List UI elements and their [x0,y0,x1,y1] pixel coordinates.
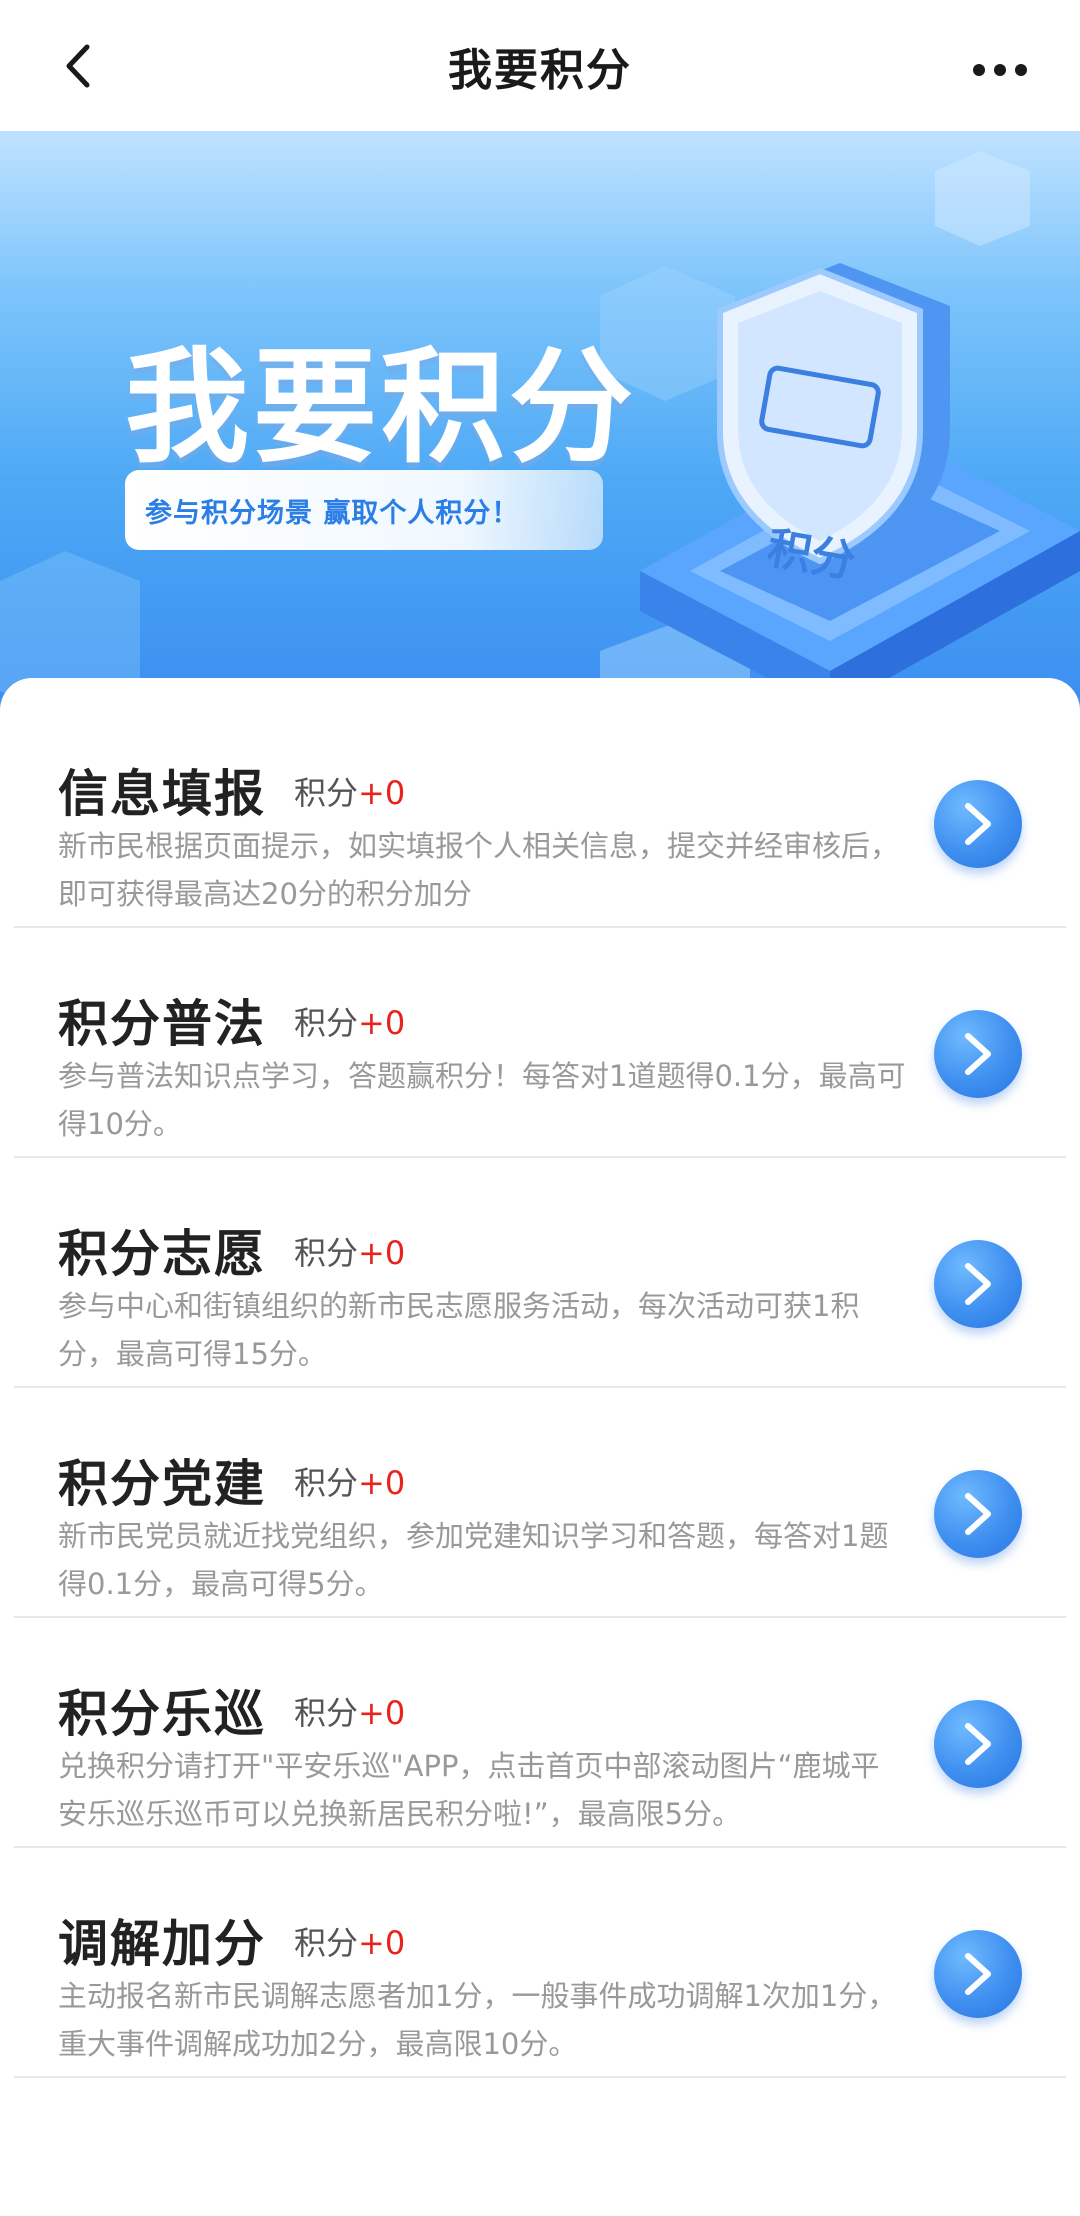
go-button[interactable] [934,1240,1022,1328]
item-description: 参与普法知识点学习，答题赢积分！每答对1道题得0.1分，最高可得10分。 [58,1059,906,1141]
list-item[interactable]: 信息填报 积分+0 新市民根据页面提示，如实填报个人相关信息，提交并经审核后，即… [14,698,1066,928]
item-description: 新市民根据页面提示，如实填报个人相关信息，提交并经审核后，即可获得最高达20分的… [58,829,900,911]
item-description: 兑换积分请打开"平安乐巡"APP，点击首页中部滚动图片“鹿城平安乐巡乐巡币可以兑… [58,1749,880,1831]
item-score: 积分+0 [294,774,406,812]
chevron-right-icon [965,803,991,845]
item-score: 积分+0 [294,1004,406,1042]
item-description: 新市民党员就近找党组织，参加党建知识学习和答题，每答对1题得0.1分，最高可得5… [58,1519,889,1601]
list-item[interactable]: 积分志愿 积分+0 参与中心和街镇组织的新市民志愿服务活动，每次活动可获1积分，… [14,1158,1066,1388]
item-score: 积分+0 [294,1694,406,1732]
page-title: 我要积分 [448,44,632,96]
item-title: 调解加分 [58,1915,266,1973]
go-button[interactable] [934,780,1022,868]
list-item[interactable]: 积分普法 积分+0 参与普法知识点学习，答题赢积分！每答对1道题得0.1分，最高… [14,928,1066,1158]
item-description: 主动报名新市民调解志愿者加1分，一般事件成功调解1次加1分，重大事件调解成功加2… [58,1979,897,2061]
shield-illustration [640,263,1080,711]
go-button[interactable] [934,1700,1022,1788]
item-title: 积分党建 [58,1455,266,1513]
item-score: 积分+0 [294,1464,406,1502]
more-button[interactable] [960,40,1040,100]
more-dots-icon [973,64,1027,76]
hero-banner: 我要积分 参与积分场景 赢取个人积分！ 积分 [0,131,1080,711]
item-score: 积分+0 [294,1234,406,1272]
task-list: 信息填报 积分+0 新市民根据页面提示，如实填报个人相关信息，提交并经审核后，即… [0,678,1080,2216]
item-title: 信息填报 [58,765,266,823]
item-title: 积分乐巡 [58,1685,266,1743]
back-button[interactable] [48,36,108,96]
banner-subtitle: 参与积分场景 赢取个人积分！ [125,470,603,550]
go-button[interactable] [934,1470,1022,1558]
chevron-left-icon [66,44,90,88]
item-title: 积分普法 [58,995,266,1053]
chevron-right-icon [965,1953,991,1995]
chevron-right-icon [965,1493,991,1535]
nav-bar: 我要积分 [0,0,1080,131]
go-button[interactable] [934,1010,1022,1098]
item-title: 积分志愿 [58,1225,266,1283]
list-item[interactable]: 积分乐巡 积分+0 兑换积分请打开"平安乐巡"APP，点击首页中部滚动图片“鹿城… [14,1618,1066,1848]
item-description: 参与中心和街镇组织的新市民志愿服务活动，每次活动可获1积分，最高可得15分。 [58,1289,860,1371]
chevron-right-icon [965,1723,991,1765]
item-score: 积分+0 [294,1924,406,1962]
list-item[interactable]: 积分党建 积分+0 新市民党员就近找党组织，参加党建知识学习和答题，每答对1题得… [14,1388,1066,1618]
chevron-right-icon [965,1033,991,1075]
list-item[interactable]: 调解加分 积分+0 主动报名新市民调解志愿者加1分，一般事件成功调解1次加1分，… [14,1848,1066,2078]
go-button[interactable] [934,1930,1022,2018]
chevron-right-icon [965,1263,991,1305]
